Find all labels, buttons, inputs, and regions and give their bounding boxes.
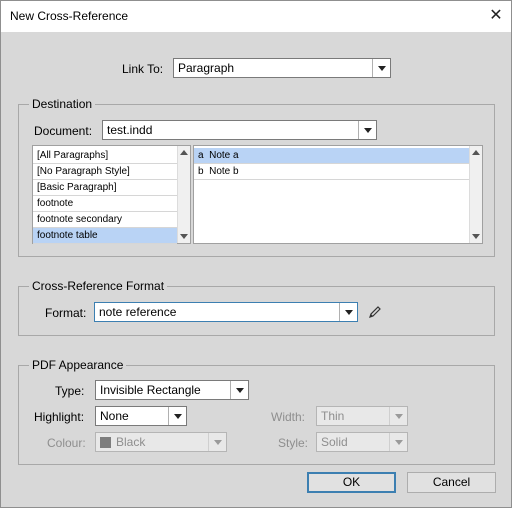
paragraph-text: Note a	[209, 150, 239, 161]
type-label: Type:	[55, 384, 85, 398]
colour-swatch	[100, 437, 111, 448]
colour-dropdown: Black	[95, 432, 227, 452]
chevron-down-icon	[339, 303, 357, 321]
list-item-label: [No Paragraph Style]	[37, 166, 130, 177]
type-value: Invisible Rectangle	[100, 383, 201, 397]
list-item-selected[interactable]: a Note a	[194, 148, 469, 164]
paragraph-marker: a	[198, 150, 204, 161]
style-list-scrollbar[interactable]	[177, 146, 190, 243]
link-to-value: Paragraph	[178, 61, 235, 75]
document-dropdown[interactable]: test.indd	[102, 120, 377, 140]
list-item-label: footnote	[37, 198, 74, 209]
chevron-down-icon	[389, 407, 407, 425]
format-label: Format:	[45, 306, 87, 320]
scroll-up-icon[interactable]	[472, 150, 480, 155]
title-bar: New Cross-Reference ✕	[1, 1, 511, 32]
chevron-down-icon	[208, 433, 226, 451]
chevron-down-icon	[372, 59, 390, 77]
pencil-icon[interactable]	[367, 304, 383, 320]
list-item-label: footnote table	[37, 230, 98, 241]
list-item[interactable]: footnote	[33, 196, 177, 212]
paragraph-text: Note b	[209, 166, 239, 177]
document-value: test.indd	[107, 123, 153, 137]
dialog-body: Link To: Paragraph Destination Document:…	[1, 32, 511, 507]
cancel-button[interactable]: Cancel	[407, 472, 496, 493]
ok-button[interactable]: OK	[307, 472, 396, 493]
style-dropdown: Solid	[316, 432, 408, 452]
style-value: Solid	[321, 435, 348, 449]
format-value: note reference	[99, 305, 177, 319]
destination-heading: Destination	[29, 97, 96, 111]
list-item[interactable]: b Note b	[194, 164, 469, 180]
list-item-label: [All Paragraphs]	[37, 150, 109, 161]
list-item[interactable]: [Basic Paragraph]	[33, 180, 177, 196]
scroll-up-icon[interactable]	[180, 150, 188, 155]
list-item-label: [Basic Paragraph]	[37, 182, 117, 193]
width-dropdown: Thin	[316, 406, 408, 426]
colour-value: Black	[116, 435, 146, 449]
paragraph-style-list[interactable]: [All Paragraphs] [No Paragraph Style] [B…	[32, 145, 191, 244]
list-item[interactable]: footnote secondary	[33, 212, 177, 228]
list-item-selected[interactable]: footnote table	[33, 228, 177, 244]
width-value: Thin	[321, 409, 345, 423]
style-label: Style:	[278, 436, 309, 450]
list-item[interactable]: [All Paragraphs]	[33, 148, 177, 164]
format-dropdown[interactable]: note reference	[94, 302, 358, 322]
scroll-down-icon[interactable]	[472, 234, 480, 239]
pdf-appearance-heading: PDF Appearance	[29, 358, 127, 372]
dialog-window: New Cross-Reference ✕ Link To: Paragraph…	[0, 0, 512, 508]
xref-format-heading: Cross-Reference Format	[29, 279, 168, 293]
type-dropdown[interactable]: Invisible Rectangle	[95, 380, 249, 400]
highlight-label: Highlight:	[34, 410, 85, 424]
link-to-dropdown[interactable]: Paragraph	[173, 58, 391, 78]
pdf-appearance-group	[18, 365, 495, 465]
dialog-title: New Cross-Reference	[10, 9, 129, 23]
chevron-down-icon	[358, 121, 376, 139]
document-label: Document:	[34, 124, 93, 138]
paragraph-list-scrollbar[interactable]	[469, 146, 482, 243]
list-item-label: footnote secondary	[37, 214, 123, 225]
width-label: Width:	[271, 410, 306, 424]
chevron-down-icon	[230, 381, 248, 399]
scroll-down-icon[interactable]	[180, 234, 188, 239]
paragraph-list[interactable]: a Note a b Note b	[193, 145, 483, 244]
highlight-dropdown[interactable]: None	[95, 406, 187, 426]
chevron-down-icon	[168, 407, 186, 425]
list-item[interactable]: [No Paragraph Style]	[33, 164, 177, 180]
chevron-down-icon	[389, 433, 407, 451]
paragraph-marker: b	[198, 166, 204, 177]
highlight-value: None	[100, 409, 129, 423]
colour-label: Colour:	[47, 436, 86, 450]
close-icon[interactable]: ✕	[487, 7, 505, 25]
link-to-label: Link To:	[122, 62, 164, 76]
